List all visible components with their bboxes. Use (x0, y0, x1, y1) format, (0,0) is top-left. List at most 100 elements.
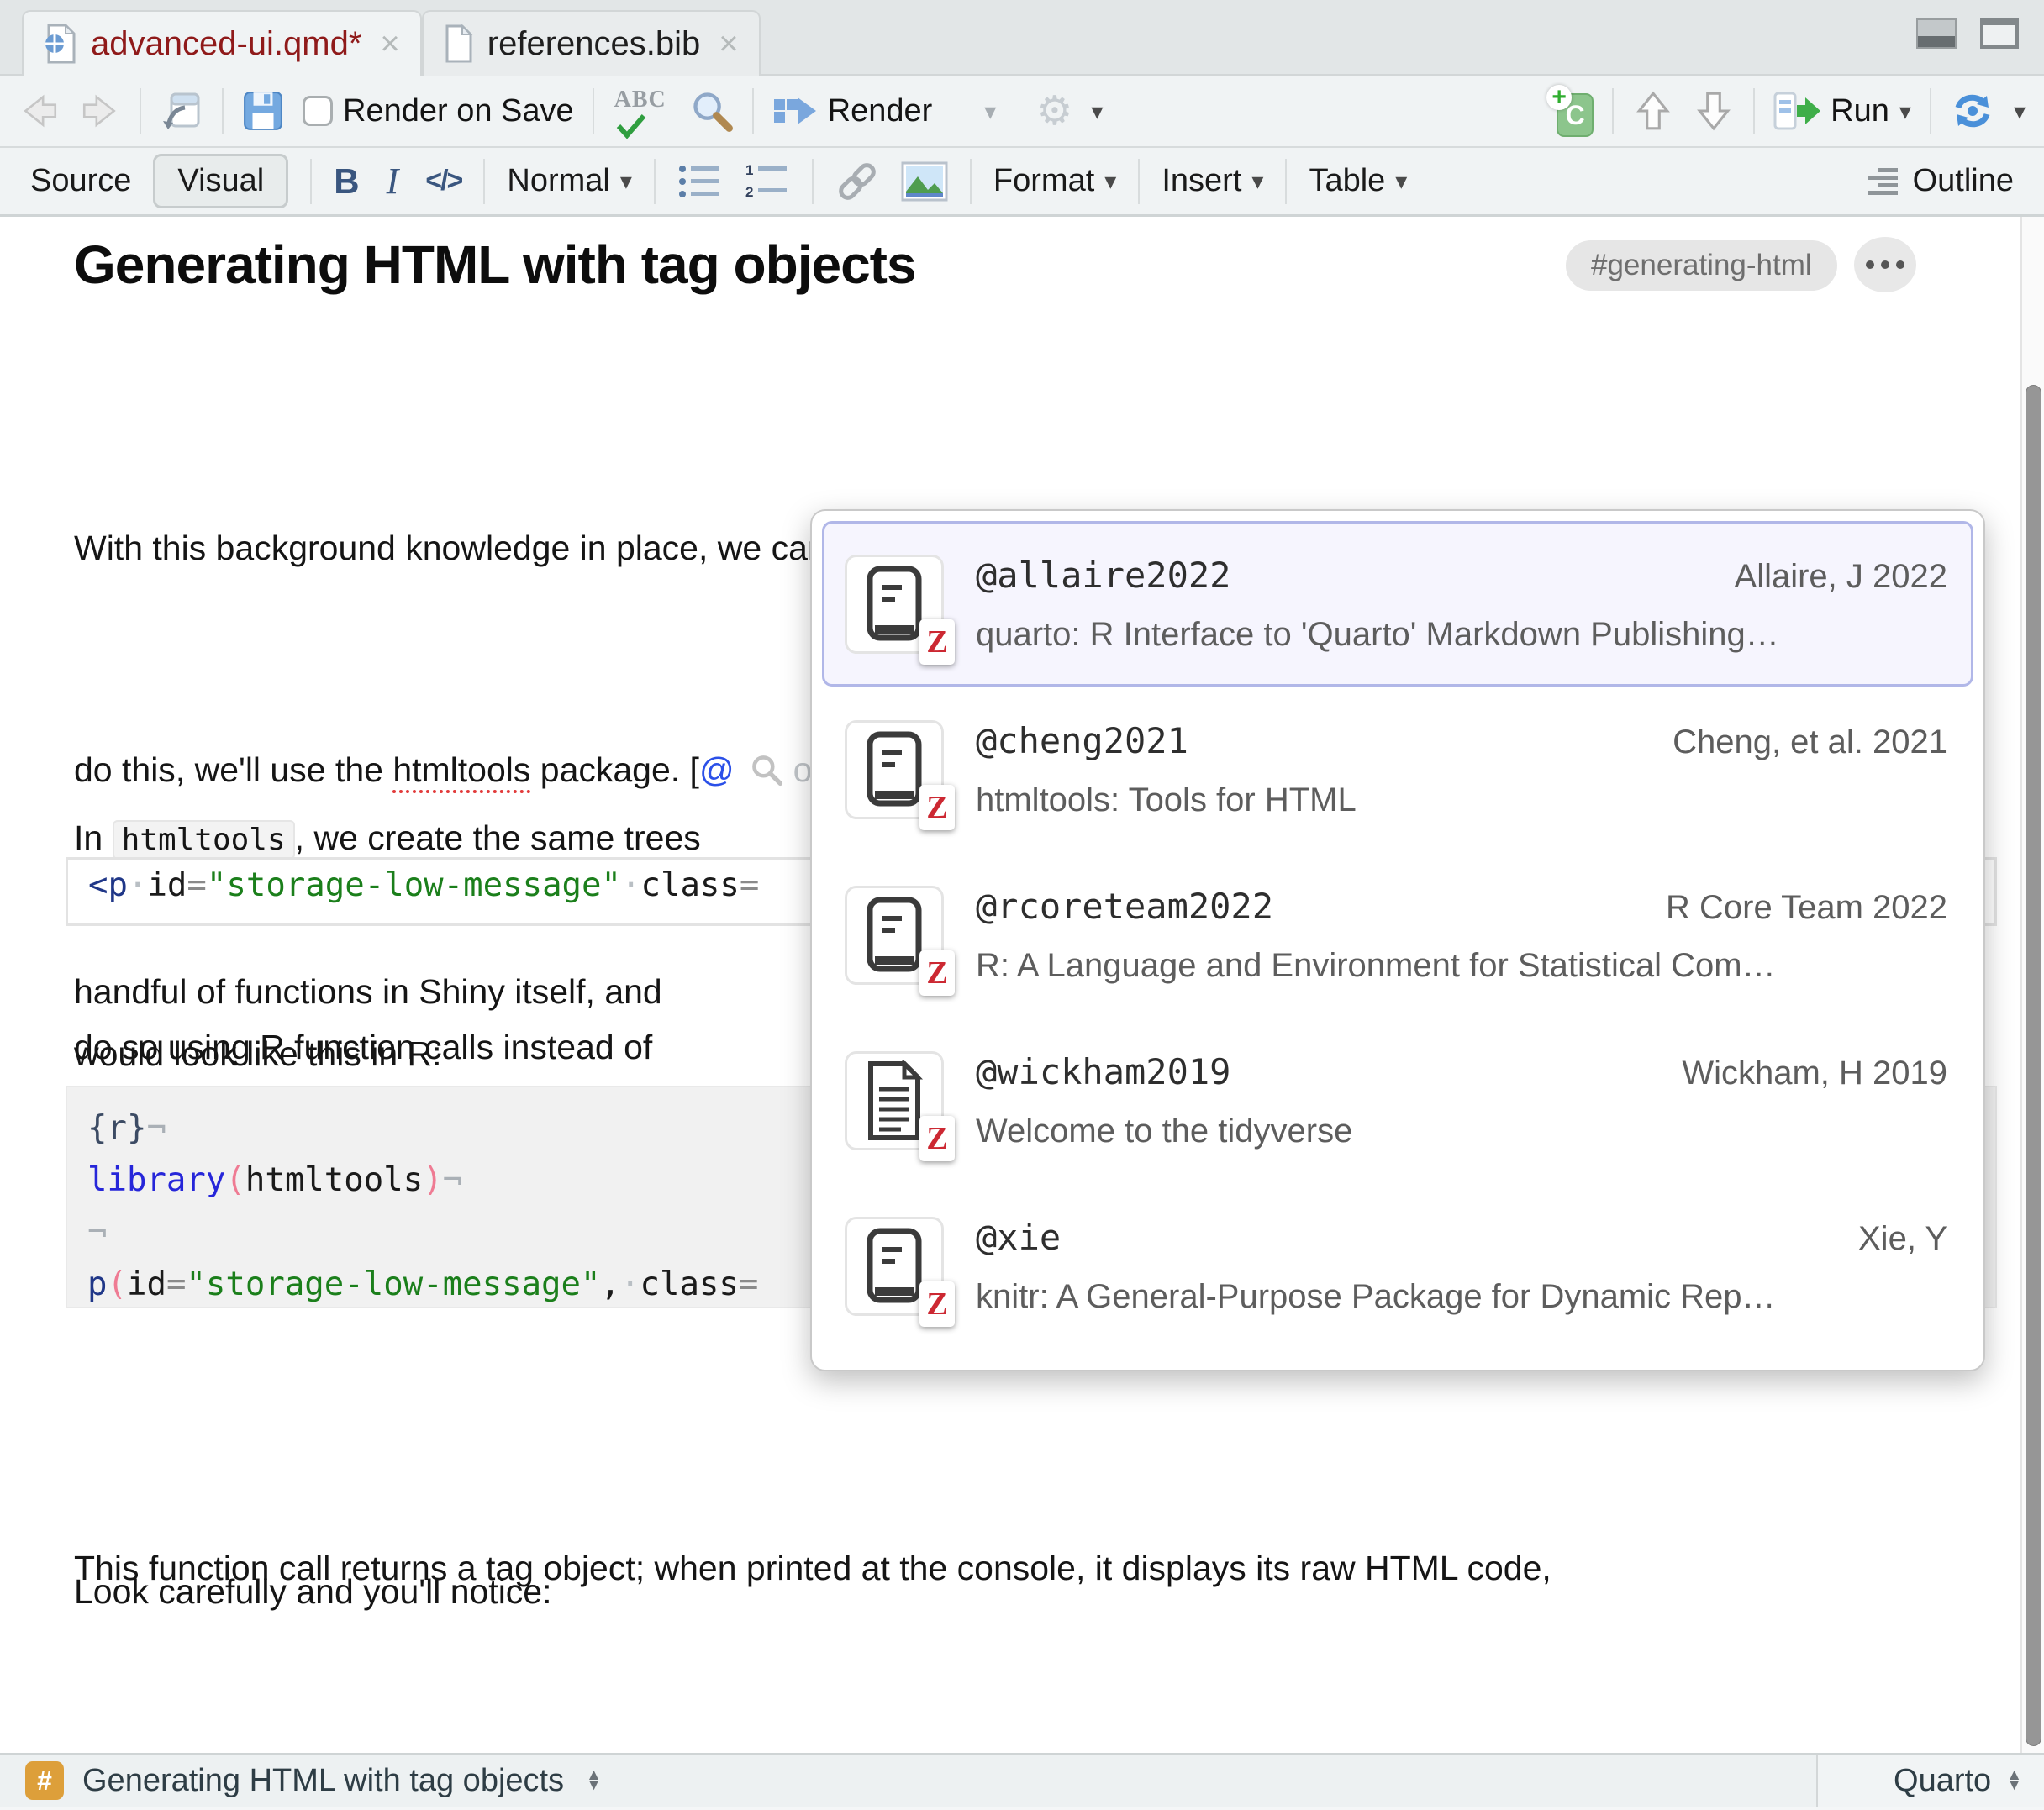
table-menu[interactable]: Table ▾ (1309, 163, 1407, 199)
vertical-scrollbar[interactable] (2020, 217, 2044, 1753)
tab-references-bib[interactable]: references.bib × (422, 10, 761, 76)
link-icon[interactable] (835, 161, 879, 202)
close-icon[interactable]: × (380, 25, 399, 63)
citation-item-allaire2022[interactable]: Z @allaire2022 Allaire, J 2022 quarto: R… (822, 521, 1973, 687)
book-icon (863, 895, 925, 976)
go-to-previous-icon[interactable] (1632, 89, 1674, 133)
insert-menu[interactable]: Insert ▾ (1162, 163, 1263, 199)
citation-source-icon-box: Z (845, 1051, 944, 1150)
tab-label: advanced-ui.qmd* (91, 25, 361, 63)
more-options-button[interactable] (1854, 237, 1916, 292)
citation-source-icon-box: Z (845, 1217, 944, 1316)
chevron-down-icon: ▾ (620, 167, 632, 195)
bullet-list-icon[interactable] (677, 162, 723, 201)
separator (483, 159, 485, 204)
scrollbar-thumb[interactable] (2026, 385, 2041, 1746)
italic-button[interactable]: I (382, 160, 404, 203)
close-icon[interactable]: × (719, 25, 738, 63)
run-button[interactable]: Run ▾ (1773, 91, 1911, 131)
citation-author: Xie, Y (1858, 1220, 1947, 1258)
maximize-icon[interactable] (1980, 18, 2019, 49)
render-dropdown-caret[interactable]: ▾ (984, 97, 996, 125)
paragraph-style-dropdown[interactable]: Normal ▾ (507, 163, 632, 199)
citation-author: Cheng, et al. 2021 (1673, 723, 1947, 761)
zotero-badge: Z (919, 1281, 955, 1327)
gear-icon[interactable]: ⚙ (1036, 91, 1072, 131)
source-mode-button[interactable]: Source (30, 163, 131, 199)
section-navigator[interactable]: # Generating HTML with tag objects ▲▼ (0, 1761, 602, 1800)
citation-search-icon (750, 753, 783, 787)
citation-item-rcoreteam2022[interactable]: Z @rcoreteam2022 R Core Team 2022 R: A L… (822, 852, 1973, 1018)
separator (654, 159, 656, 204)
book-icon (863, 729, 925, 810)
mode-label: Quarto (1894, 1763, 1991, 1799)
svg-text:1: 1 (745, 162, 753, 178)
citation-id: @cheng2021 (976, 720, 1188, 761)
citation-item-wickham2019[interactable]: Z @wickham2019 Wickham, H 2019 Welcome t… (822, 1018, 1973, 1183)
minimize-icon[interactable] (1916, 18, 1957, 49)
image-icon[interactable] (901, 161, 948, 202)
format-menu[interactable]: Format ▾ (993, 163, 1116, 199)
save-icon[interactable] (242, 90, 284, 132)
popout-window-icon[interactable] (160, 89, 203, 133)
tab-label: references.bib (487, 25, 700, 63)
bold-button[interactable]: B (334, 161, 359, 202)
outline-toggle[interactable]: Outline (1866, 163, 2014, 199)
tab-advanced-ui-qmd[interactable]: advanced-ui.qmd* × (22, 10, 422, 76)
format-toolbar: Source Visual B I </> Normal ▾ 1 2 (0, 148, 2044, 217)
spellcheck-icon[interactable]: ABC (613, 87, 672, 135)
visual-mode-button[interactable]: Visual (153, 154, 288, 208)
status-bar: # Generating HTML with tag objects ▲▼ Qu… (0, 1753, 2044, 1807)
citation-author: R Core Team 2022 (1666, 889, 1947, 927)
book-icon (863, 564, 925, 645)
back-arrow-icon[interactable] (18, 90, 61, 132)
citation-title: quarto: R Interface to 'Quarto' Markdown… (976, 616, 1947, 654)
citation-title: htmltools: Tools for HTML (976, 781, 1947, 819)
separator (310, 159, 312, 204)
book-icon (863, 1226, 925, 1307)
citation-autocomplete-popup: Z @allaire2022 Allaire, J 2022 quarto: R… (810, 509, 1985, 1371)
refresh-dropdown-caret[interactable]: ▾ (2014, 97, 2026, 125)
insert-chunk-icon[interactable]: C + (1546, 85, 1594, 137)
run-dropdown-caret: ▾ (1899, 97, 1911, 125)
file-icon (444, 24, 474, 63)
heading-hash-icon: # (25, 1761, 64, 1800)
citation-id: @wickham2019 (976, 1051, 1230, 1092)
bullet-list-item: •The <p> tag has become a p() function c… (111, 1625, 1586, 1753)
separator (812, 159, 814, 204)
render-on-save-control: Render on Save (303, 93, 574, 129)
separator (970, 159, 972, 204)
editor-canvas[interactable]: Generating HTML with tag objects #genera… (0, 217, 2044, 1753)
separator (1138, 159, 1140, 204)
citation-item-cheng2021[interactable]: Z @cheng2021 Cheng, et al. 2021 htmltool… (822, 687, 1973, 852)
citation-id: @allaire2022 (976, 555, 1230, 596)
outline-icon (1866, 166, 1899, 197)
render-button[interactable]: Render (772, 92, 933, 129)
paragraph-4: Look carefully and you'll notice: (74, 1555, 552, 1628)
inline-code: htmltools (113, 820, 295, 860)
separator (140, 88, 141, 134)
citation-id: @rcoreteam2022 (976, 886, 1273, 927)
render-icon (772, 92, 818, 129)
forward-arrow-icon[interactable] (79, 90, 121, 132)
section-anchor-badge: #generating-html (1566, 240, 1837, 291)
options-dropdown-caret[interactable]: ▾ (1091, 97, 1103, 125)
search-icon[interactable] (690, 89, 734, 133)
render-on-save-checkbox[interactable] (303, 96, 333, 126)
separator (752, 88, 754, 134)
source-refresh-icon[interactable] (1950, 91, 1995, 131)
mode-selector-arrows-icon: ▲▼ (2006, 1771, 2022, 1791)
render-on-save-label: Render on Save (343, 93, 574, 129)
citation-author: Allaire, J 2022 (1735, 558, 1947, 596)
citation-at-sign: @ (699, 750, 735, 789)
window-controls (1916, 18, 2019, 49)
numbered-list-icon[interactable]: 1 2 (745, 162, 790, 201)
document-mode-selector[interactable]: Quarto ▲▼ (1816, 1755, 2044, 1807)
code-button[interactable]: </> (425, 165, 461, 197)
go-to-next-icon[interactable] (1693, 89, 1735, 133)
citation-item-xie[interactable]: Z @xie Xie, Y knitr: A General-Purpose P… (822, 1183, 1973, 1349)
separator (222, 88, 224, 134)
separator (593, 88, 594, 134)
separator (1612, 88, 1614, 134)
chevron-down-icon: ▾ (1251, 167, 1263, 195)
